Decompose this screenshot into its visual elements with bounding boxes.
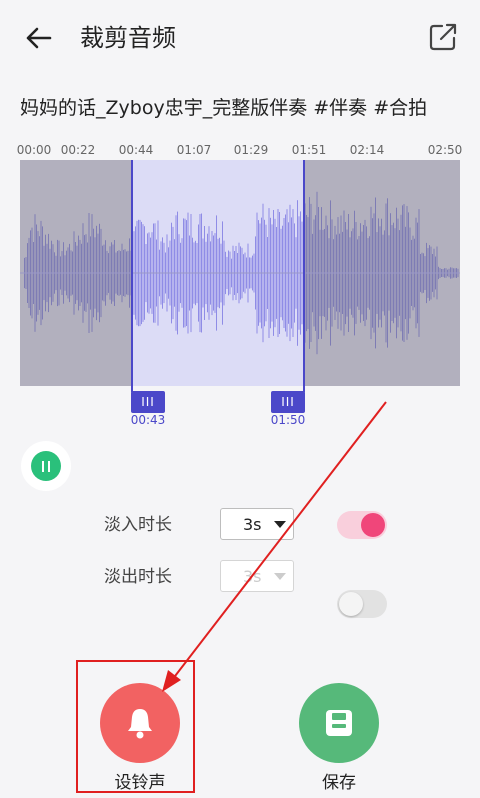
save-disk-icon (326, 710, 352, 736)
page-title: 裁剪音频 (80, 24, 176, 52)
song-title: 妈妈的话_Zyboy忠宇_完整版伴奏 #伴奏 #合拍 (20, 97, 428, 119)
fade-in-value: 3s (243, 514, 262, 534)
pause-button[interactable] (31, 451, 61, 481)
selection-start-time: 00:43 (130, 413, 166, 427)
fade-in-toggle[interactable] (337, 511, 387, 539)
timeline-tick: 01:07 (176, 143, 212, 157)
selection-end-handle[interactable]: III (271, 391, 305, 413)
timeline-tick: 00:44 (118, 143, 154, 157)
timeline-tick: 02:14 (349, 143, 385, 157)
waveform[interactable] (20, 160, 460, 386)
timeline-tick: 01:51 (291, 143, 327, 157)
share-external-icon (429, 23, 457, 51)
selection-start-handle[interactable]: III (131, 391, 165, 413)
toggle-knob (361, 513, 385, 537)
fade-out-toggle[interactable] (337, 590, 387, 618)
fade-out-select: 3s (220, 560, 294, 592)
caret-down-icon (273, 572, 286, 580)
fade-out-value: 3s (243, 566, 262, 586)
fade-in-label: 淡入时长 (104, 515, 172, 535)
timeline-tick: 00:22 (60, 143, 96, 157)
pause-icon (40, 460, 52, 472)
caret-down-icon (273, 520, 286, 528)
back-button[interactable] (20, 20, 56, 56)
timeline-tick: 01:29 (233, 143, 269, 157)
share-button[interactable] (424, 18, 462, 56)
fade-out-label: 淡出时长 (104, 567, 172, 587)
fade-in-select[interactable]: 3s (220, 508, 294, 540)
timeline-tick: 00:00 (16, 143, 52, 157)
selection-end-time: 01:50 (270, 413, 306, 427)
annotation-highlight-box (76, 660, 195, 793)
save-label: 保存 (322, 773, 356, 793)
toggle-knob (339, 592, 363, 616)
arrow-left-icon (26, 27, 52, 49)
save-button[interactable] (299, 683, 379, 763)
play-pause-control (21, 441, 71, 491)
timeline-tick: 02:50 (427, 143, 463, 157)
